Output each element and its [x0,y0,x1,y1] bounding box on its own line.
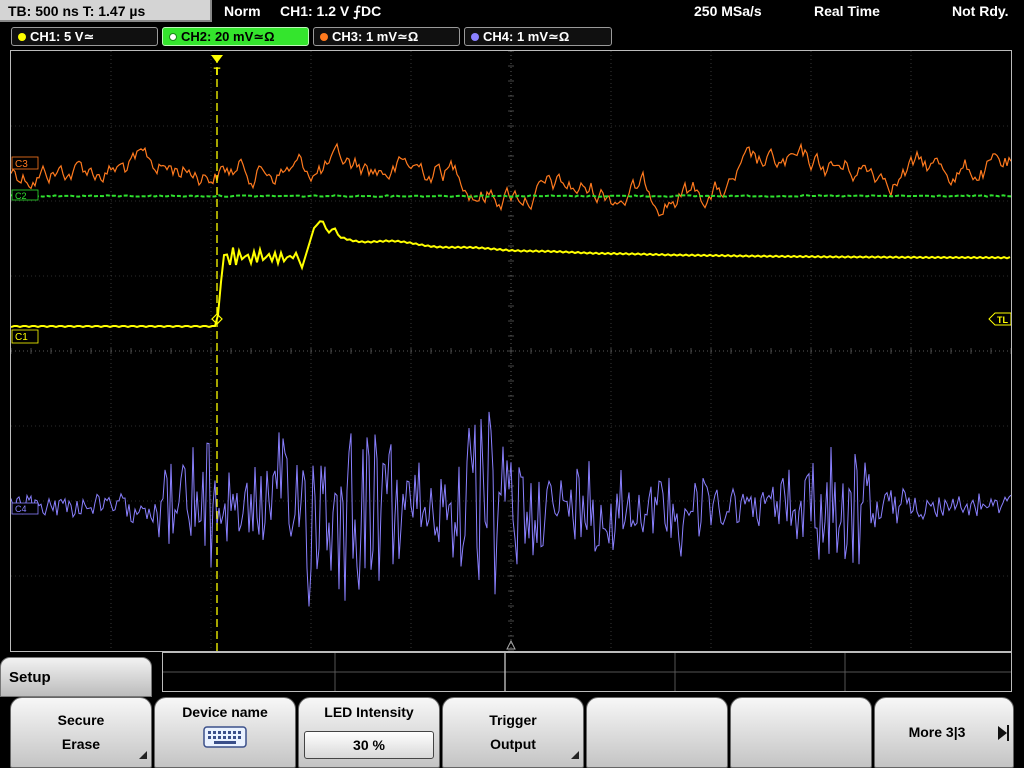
softkey-device-name[interactable]: Device name [154,697,296,768]
softkey-1-line2: Erase [61,736,101,752]
next-page-bar-icon [1007,725,1009,741]
acquisition-status: Not Rdy. [952,3,1009,19]
submenu-corner-icon [571,751,579,759]
ch1-label: CH1: 5 V≃ [30,29,95,44]
softkey-1-line1: Secure [57,712,105,728]
trigger-level-marker[interactable]: TL [988,312,1011,326]
ch2-offset-marker[interactable]: C2 [11,189,39,201]
info-strip [162,652,1012,692]
ch1-offset-marker[interactable]: C1 [11,329,39,344]
ch3-color-dot [320,33,328,41]
softkey-led-intensity[interactable]: LED Intensity 30 % [298,697,440,768]
next-page-arrow-icon [998,726,1007,740]
softkey-secure-erase[interactable]: Secure Erase [10,697,152,768]
ch4-offset-marker[interactable]: C4 [11,502,39,515]
ch3-offset-marker[interactable]: C3 [11,156,39,170]
submenu-corner-icon [139,751,147,759]
status-bar: Norm CH1: 1.2 V ⨍DC 250 MSa/s Real Time … [216,0,1024,22]
sample-rate: 250 MSa/s [694,3,762,19]
graticule [11,51,1011,651]
softkey-trigger-output[interactable]: Trigger Output [442,697,584,768]
softkey-empty-6[interactable] [730,697,872,768]
softkey-more[interactable]: More 3|3 [874,697,1014,768]
trigger-mode: Norm [224,3,261,19]
ch4-marker-label: C4 [15,504,27,514]
channel-chip-ch3[interactable]: CH3: 1 mV≃Ω [313,27,460,46]
info-strip-lines [163,653,1011,691]
acquisition-mode: Real Time [814,3,880,19]
softkey-empty-5[interactable] [586,697,728,768]
led-intensity-value[interactable]: 30 % [304,731,434,759]
ch2-color-dot [169,33,177,41]
channel-chip-ch1[interactable]: CH1: 5 V≃ [11,27,158,46]
keyboard-icon [203,726,247,748]
timebase-readout[interactable]: TB: 500 ns T: 1.47 µs [0,0,212,22]
menu-title-setup: Setup [0,657,152,697]
trigger-position-marker[interactable] [211,55,223,63]
softkey-3-line1: LED Intensity [324,704,414,720]
channel-chip-ch4[interactable]: CH4: 1 mV≃Ω [464,27,612,46]
ch4-label: CH4: 1 mV≃Ω [483,29,570,44]
trigger-position-label: T [214,66,221,78]
waveform-canvas: T C3 C2 C1 C4 TL [11,51,1011,651]
trigger-source: CH1: 1.2 V ⨍DC [280,3,382,19]
softkey-2-line1: Device name [182,704,268,720]
waveform-display[interactable]: T C3 C2 C1 C4 TL [10,50,1012,652]
channel-chip-ch2[interactable]: CH2: 20 mV≃Ω [162,27,309,46]
softkey-7-line1: More 3|3 [908,724,966,740]
ch1-color-dot [18,33,26,41]
softkey-4-line1: Trigger [489,712,537,728]
ch3-marker-label: C3 [15,159,28,170]
ch4-color-dot [471,33,479,41]
ch1-marker-label: C1 [15,332,28,343]
trigger-level-label: TL [997,315,1008,325]
ch2-marker-label: C2 [15,191,27,201]
softkey-4-line2: Output [490,736,536,752]
ch2-label: CH2: 20 mV≃Ω [181,29,275,44]
ch3-label: CH3: 1 mV≃Ω [332,29,419,44]
